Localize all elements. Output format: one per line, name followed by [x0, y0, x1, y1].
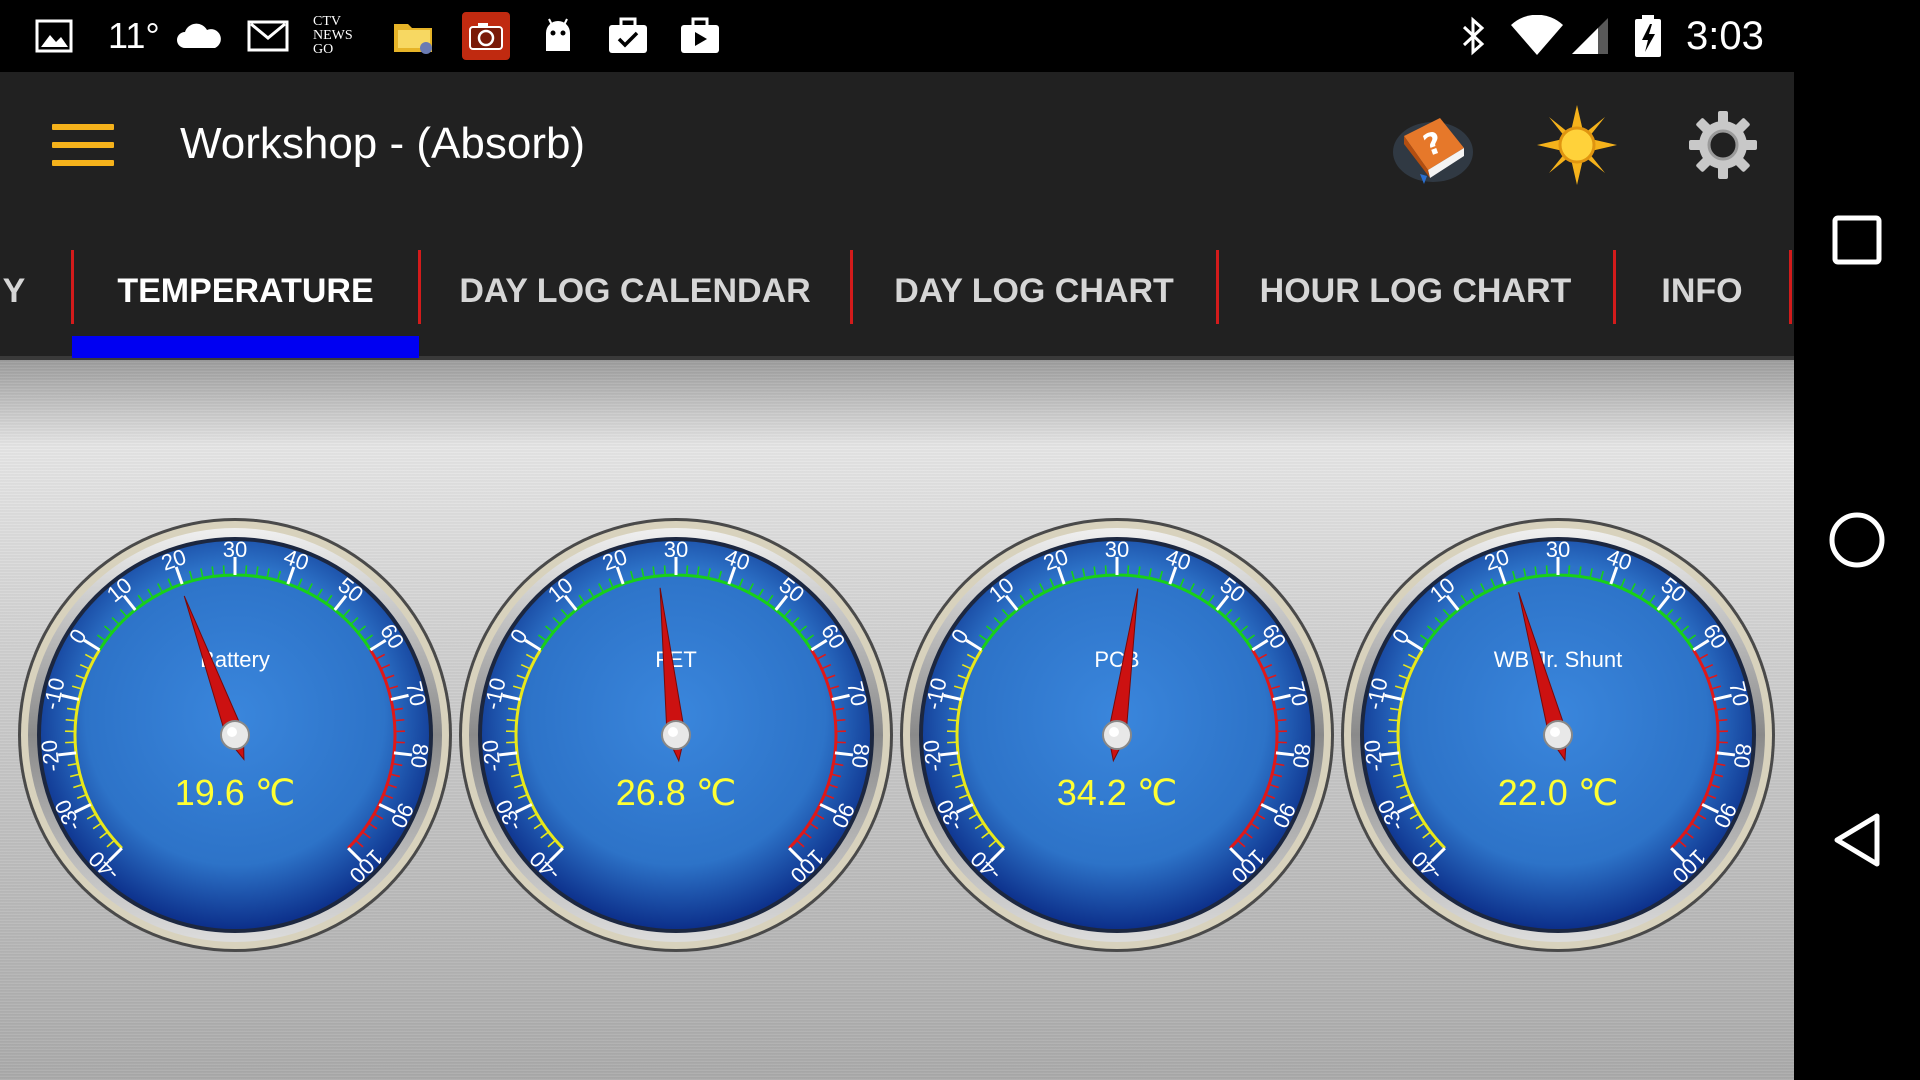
gauge-readout: 26.8 ℃	[616, 772, 737, 813]
battery-charging-icon	[1630, 14, 1666, 58]
gauge-tick-label: 30	[1105, 537, 1129, 562]
system-nav-bar	[1794, 0, 1920, 1080]
gauge-panel: -40 -30 -20 -10 0 10 20 30 40 50 60 70 80 90 100 Batter…	[0, 360, 1794, 1080]
gauge-tick-label: -20	[36, 739, 64, 773]
gauge-tick-label: 80	[1288, 742, 1316, 769]
recents-square-icon[interactable]	[1820, 203, 1894, 277]
gauge-dial: -40-30-20-1001020 30 405060708090100FET26.…	[459, 518, 893, 952]
gauge-minor-tick	[1717, 718, 1728, 722]
menu-hamburger-icon[interactable]	[52, 124, 114, 166]
help-book-icon[interactable]: ?	[1388, 100, 1478, 190]
news-go-icon: CTV NEWS GO	[313, 14, 353, 57]
gauge-tick-label: 80	[406, 742, 434, 769]
image-icon	[32, 14, 76, 58]
gauge-minor-tick	[1567, 565, 1571, 576]
gauge-minor-tick	[1104, 565, 1108, 576]
status-clock: 3:03	[1686, 14, 1764, 58]
status-bar: 11° CTV NEWS GO 3:03	[0, 0, 1794, 72]
gauge-hub-highlight	[227, 727, 237, 737]
gauge-tick-label: 80	[1729, 742, 1757, 769]
gauge-tick-label: -20	[477, 739, 505, 773]
gauge-tick-label: 30	[223, 537, 247, 562]
camera-app-icon	[462, 12, 510, 60]
gauge-fet: -40 -30 -20 -10 0 10 20 30 40 50 60 70 80 90 100 FET 26.…	[456, 515, 896, 955]
tab-day-log-calendar[interactable]: DAY LOG CALENDAR	[419, 216, 851, 356]
gauge-minor-tick	[1388, 718, 1399, 722]
tab-hour-log-chart[interactable]: HOUR LOG CHART	[1217, 216, 1614, 356]
gauge-label: WB Jr. Shunt	[1494, 647, 1622, 672]
gauge-minor-tick	[1126, 565, 1130, 576]
tab-info[interactable]: INFO	[1614, 216, 1790, 356]
clipboard-check-icon	[606, 14, 650, 58]
gauge-tick-label: 30	[1546, 537, 1570, 562]
gauge-minor-tick	[835, 718, 846, 722]
gauge-minor-tick	[663, 565, 667, 576]
gauge-wb-jr-shunt: -40 -30 -20 -10 0 10 20 30 40 50 60 70 80 90 100 WB Jr.…	[1338, 515, 1778, 955]
gauge-readout: 22.0 ℃	[1498, 772, 1619, 813]
gauge-readout: 34.2 ℃	[1057, 772, 1178, 813]
home-circle-icon[interactable]	[1820, 503, 1894, 577]
gauge-minor-tick	[222, 565, 226, 576]
sun-icon[interactable]	[1532, 100, 1622, 190]
gauge-tick-label: 80	[847, 742, 875, 769]
gauge-minor-tick	[947, 718, 958, 722]
gauge-tick-label: 30	[664, 537, 688, 562]
gear-icon[interactable]	[1678, 100, 1768, 190]
cell-signal-icon	[1568, 14, 1612, 58]
gauge-hub-highlight	[1109, 727, 1119, 737]
back-triangle-icon[interactable]	[1820, 803, 1894, 877]
gmail-icon	[246, 14, 290, 58]
gauge-dial: -40-30-20-1001020 30 405060708090100Batter…	[18, 518, 452, 952]
bluetooth-icon	[1452, 14, 1496, 58]
gauge-label: FET	[655, 647, 697, 672]
tab-temperature[interactable]: TEMPERATURE	[72, 216, 419, 356]
gauge-tick-label: -20	[918, 739, 946, 773]
media-briefcase-icon	[678, 14, 722, 58]
gauge-minor-tick	[394, 718, 405, 722]
tab-separator	[1789, 250, 1792, 324]
gauge-tick-label: -20	[1359, 739, 1387, 773]
gauge-dial: -40-30-20-1001020 30 405060708090100PCB34.…	[900, 518, 1334, 952]
tab-partial[interactable]: Y	[0, 216, 34, 356]
tab-active-indicator	[72, 336, 419, 358]
gauge-hub-highlight	[1550, 727, 1560, 737]
gauge-minor-tick	[685, 565, 689, 576]
gauge-minor-tick	[506, 718, 517, 722]
gauge-minor-tick	[65, 718, 76, 722]
gauge-readout: 19.6 ℃	[175, 772, 296, 813]
gauge-minor-tick	[1276, 718, 1287, 722]
gauge-battery: -40 -30 -20 -10 0 10 20 30 40 50 60 70 80 90 100 Batter…	[15, 515, 455, 955]
tab-day-log-chart[interactable]: DAY LOG CHART	[851, 216, 1217, 356]
app-bar: Workshop - (Absorb) ?	[0, 72, 1794, 216]
page-title: Workshop - (Absorb)	[180, 119, 586, 168]
wifi-icon	[1508, 14, 1566, 58]
gauge-dial: -40-30-20-1001020 30 405060708090100WB Jr.…	[1341, 518, 1775, 952]
gauge-pcb: -40 -30 -20 -10 0 10 20 30 40 50 60 70 80 90 100 PCB 34.…	[897, 515, 1337, 955]
weather-temperature: 11°	[108, 15, 160, 56]
cloud-icon	[174, 14, 224, 58]
gauge-minor-tick	[244, 565, 248, 576]
gauge-hub-highlight	[668, 727, 678, 737]
folder-icon	[392, 14, 436, 58]
gauge-minor-tick	[1545, 565, 1549, 576]
android-icon	[536, 14, 580, 58]
